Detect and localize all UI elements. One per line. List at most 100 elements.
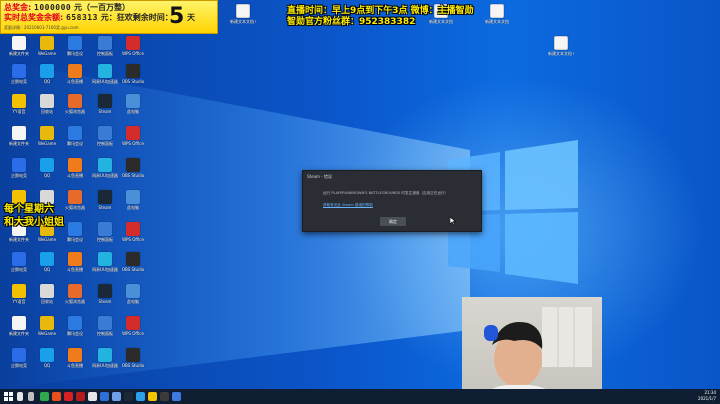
desktop-icon[interactable]: 腾讯会议 xyxy=(62,222,88,242)
ok-button[interactable]: 确定 xyxy=(380,217,406,226)
desktop-icon[interactable]: QQ xyxy=(34,64,60,84)
desktop-icon[interactable]: 回收站 xyxy=(34,284,60,304)
desktop-icon[interactable]: 腾讯会议 xyxy=(62,316,88,336)
desktop-icon[interactable]: OBS Studio xyxy=(120,64,146,84)
banner-details: 奖励详情：20210601-7100奖.gyu.com xyxy=(4,25,79,30)
desktop-icon[interactable]: 网易UU加速器 xyxy=(92,158,118,178)
app-icon[interactable] xyxy=(40,392,49,401)
desktop-icon[interactable]: 控制面板 xyxy=(92,126,118,146)
desktop-icon[interactable]: QQ xyxy=(34,348,60,368)
app-icon xyxy=(98,348,112,362)
desktop-icon[interactable]: Steam xyxy=(92,284,118,304)
desktop-icon[interactable]: WPS Office xyxy=(120,222,146,242)
desktop-icon[interactable]: WeGame xyxy=(34,36,60,56)
steam-taskbar-icon[interactable] xyxy=(124,392,133,401)
desktop-icon-label: 控制面板 xyxy=(97,237,113,242)
desktop-icon[interactable]: 新建文件夹 xyxy=(6,36,32,56)
desktop-icon[interactable]: 网易UU加速器 xyxy=(92,348,118,368)
app-icon[interactable] xyxy=(112,392,121,401)
app-icon xyxy=(68,94,82,108)
desktop-icon[interactable]: 斗鱼直播 xyxy=(62,252,88,272)
desktop-icon[interactable]: WeGame xyxy=(34,316,60,336)
desktop-icon[interactable]: 此电脑 xyxy=(120,284,146,304)
desktop-icon[interactable]: 腾讯会议 xyxy=(62,126,88,146)
desktop-icon[interactable]: QQ xyxy=(34,158,60,178)
app-icon xyxy=(40,316,54,330)
desktop-icon-label: QQ xyxy=(43,173,51,178)
app-icon xyxy=(12,284,26,298)
balance-suffix: 元：狂欢剩余时间： xyxy=(100,13,173,22)
desktop-icon-label: 企鹅电竞 xyxy=(11,173,27,178)
app-icon[interactable] xyxy=(136,392,145,401)
file-label: 新建文本文档 (2) xyxy=(548,51,574,56)
desktop-icon[interactable]: 斗鱼直播 xyxy=(62,348,88,368)
desktop-icon[interactable]: 腾讯会议 xyxy=(62,36,88,56)
desktop-icon-label: 此电脑 xyxy=(127,205,139,210)
app-icon xyxy=(12,94,26,108)
file-icon-1[interactable]: 新建文本文档 (3) xyxy=(230,4,256,24)
desktop-icon[interactable]: 企鹅电竞 xyxy=(6,348,32,368)
desktop-icon[interactable]: 火狐浏览器 xyxy=(62,190,88,210)
desktop-icon[interactable]: OBS Studio xyxy=(120,158,146,178)
desktop-icon[interactable]: 企鹅电竞 xyxy=(6,64,32,84)
desktop-icon[interactable]: OBS Studio xyxy=(120,252,146,272)
search-icon[interactable] xyxy=(17,392,23,401)
desktop-icon[interactable]: WPS Office xyxy=(120,316,146,336)
desktop-icon[interactable]: Steam xyxy=(92,190,118,210)
desktop-icon[interactable]: Steam xyxy=(92,94,118,114)
desktop-icon[interactable]: 企鹅电竞 xyxy=(6,252,32,272)
app-icon[interactable] xyxy=(52,392,61,401)
app-icon[interactable] xyxy=(100,392,109,401)
desktop-icon-label: QQ xyxy=(43,267,51,272)
windows-start-icon[interactable] xyxy=(4,392,13,401)
task-view-icon[interactable] xyxy=(28,392,34,401)
desktop-icon[interactable]: 网易UU加速器 xyxy=(92,252,118,272)
desktop-icon[interactable]: 此电脑 xyxy=(120,94,146,114)
app-icon xyxy=(40,252,54,266)
desktop-icon[interactable]: 斗鱼直播 xyxy=(62,158,88,178)
desktop-icon[interactable]: 控制面板 xyxy=(92,222,118,242)
app-icon[interactable] xyxy=(160,392,169,401)
file-icon-4[interactable]: 新建文本文档 (2) xyxy=(548,36,574,56)
app-icon[interactable] xyxy=(64,392,73,401)
desktop-icon[interactable]: 控制面板 xyxy=(92,36,118,56)
desktop-icon-label: 腾讯会议 xyxy=(67,141,83,146)
desktop-icon-label: 斗鱼直播 xyxy=(67,79,83,84)
desktop-icon[interactable]: 新建文件夹 xyxy=(6,316,32,336)
desktop-icon-label: 斗鱼直播 xyxy=(67,267,83,272)
desktop-icon[interactable]: 控制面板 xyxy=(92,316,118,336)
desktop-icon[interactable]: 回收站 xyxy=(34,94,60,114)
app-icon xyxy=(68,316,82,330)
desktop-icon[interactable]: WPS Office xyxy=(120,126,146,146)
app-icon[interactable] xyxy=(172,392,181,401)
app-icon xyxy=(12,64,26,78)
system-tray[interactable]: 21:34 2021/1/7 xyxy=(698,390,716,402)
file-icon-3[interactable]: 新建文本文档 xyxy=(484,4,510,24)
app-icon[interactable] xyxy=(148,392,157,401)
help-link[interactable]: 获取有关此 Steam 错误的帮助 xyxy=(323,203,373,208)
desktop-icon[interactable]: YY语音 xyxy=(6,284,32,304)
desktop-icon[interactable]: 新建文件夹 xyxy=(6,126,32,146)
desktop-icon[interactable]: WeGame xyxy=(34,126,60,146)
app-icon[interactable] xyxy=(76,392,85,401)
desktop-icon-label: WeGame xyxy=(37,51,57,56)
desktop-icon[interactable]: WPS Office xyxy=(120,36,146,56)
desktop-icon[interactable]: 斗鱼直播 xyxy=(62,64,88,84)
clock-date: 2021/1/7 xyxy=(698,396,716,401)
desktop-icon[interactable]: 企鹅电竞 xyxy=(6,158,32,178)
desktop-icon-label: 火狐浏览器 xyxy=(65,109,85,114)
app-icon xyxy=(98,94,112,108)
app-icon[interactable] xyxy=(88,392,97,401)
desktop-icon[interactable]: 火狐浏览器 xyxy=(62,284,88,304)
desktop-icon[interactable]: 火狐浏览器 xyxy=(62,94,88,114)
app-icon xyxy=(98,36,112,50)
desktop-icon[interactable]: QQ xyxy=(34,252,60,272)
desktop-icon[interactable]: 此电脑 xyxy=(120,190,146,210)
banner-row-2: 实时总奖金余额: 658313 元：狂欢剩余时间： xyxy=(4,12,173,23)
desktop-icon-label: 斗鱼直播 xyxy=(67,363,83,368)
app-icon xyxy=(40,158,54,172)
app-icon xyxy=(12,252,26,266)
desktop-icon[interactable]: 网易UU加速器 xyxy=(92,64,118,84)
desktop-icon[interactable]: YY语音 xyxy=(6,94,32,114)
desktop-icon[interactable]: OBS Studio xyxy=(120,348,146,368)
